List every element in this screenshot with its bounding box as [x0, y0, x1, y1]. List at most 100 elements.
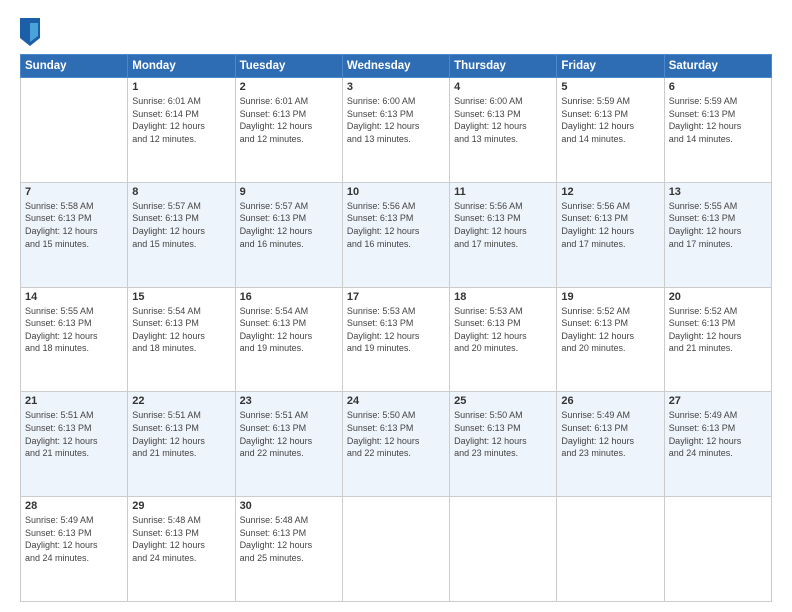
- calendar-cell: 6Sunrise: 5:59 AM Sunset: 6:13 PM Daylig…: [664, 78, 771, 183]
- calendar-cell: 15 Sunrise: 5:54 AM Sunset: 6:13 PM Dayli…: [128, 287, 235, 392]
- day-number: 5: [561, 81, 659, 93]
- day-info: Sunrise: 5:50 AM Sunset: 6:13 PM Dayligh…: [347, 409, 445, 459]
- calendar-cell: 8 Sunrise: 5:57 AM Sunset: 6:13 PM Daylig…: [128, 182, 235, 287]
- day-info: Sunrise: 5:48 AM Sunset: 6:13 PM Dayligh…: [132, 514, 230, 564]
- calendar-cell: [342, 497, 449, 602]
- day-number: 16: [240, 291, 338, 303]
- calendar-cell: 26Sunrise: 5:49 AM Sunset: 6:13 PM Dayli…: [557, 392, 664, 497]
- day-number: 2: [240, 81, 338, 93]
- calendar-day-header: Monday: [128, 55, 235, 78]
- day-info: Sunrise: 5:59 AM Sunset: 6:13 PM Dayligh…: [669, 95, 767, 145]
- day-info: Sunrise: 6:00 AM Sunset: 6:13 PM Dayligh…: [454, 95, 552, 145]
- calendar-week-row: 28 Sunrise: 5:49 AM Sunset: 6:13 PM Dayli…: [21, 497, 772, 602]
- logo-icon: [20, 18, 40, 46]
- day-info: Sunrise: 6:01 AM Sunset: 6:14 PM Dayligh…: [132, 95, 230, 145]
- day-info: Sunrise: 5:53 AM Sunset: 6:13 PM Dayligh…: [347, 305, 445, 355]
- calendar-cell: 23 Sunrise: 5:51 AM Sunset: 6:13 PM Dayli…: [235, 392, 342, 497]
- day-number: 28: [25, 500, 123, 512]
- day-info: Sunrise: 6:00 AM Sunset: 6:13 PM Dayligh…: [347, 95, 445, 145]
- calendar-cell: 28 Sunrise: 5:49 AM Sunset: 6:13 PM Dayli…: [21, 497, 128, 602]
- day-info: Sunrise: 5:51 AM Sunset: 6:13 PM Dayligh…: [132, 409, 230, 459]
- day-info: Sunrise: 5:49 AM Sunset: 6:13 PM Dayligh…: [669, 409, 767, 459]
- day-info: Sunrise: 5:53 AM Sunset: 6:13 PM Dayligh…: [454, 305, 552, 355]
- calendar-day-header: Saturday: [664, 55, 771, 78]
- day-number: 8: [132, 186, 230, 198]
- calendar-day-header: Tuesday: [235, 55, 342, 78]
- calendar-cell: 17 Sunrise: 5:53 AM Sunset: 6:13 PM Dayli…: [342, 287, 449, 392]
- day-number: 12: [561, 186, 659, 198]
- day-number: 3: [347, 81, 445, 93]
- day-info: Sunrise: 6:01 AM Sunset: 6:13 PM Dayligh…: [240, 95, 338, 145]
- calendar-cell: 9 Sunrise: 5:57 AM Sunset: 6:13 PM Daylig…: [235, 182, 342, 287]
- calendar-week-row: 14 Sunrise: 5:55 AM Sunset: 6:13 PM Dayli…: [21, 287, 772, 392]
- day-number: 9: [240, 186, 338, 198]
- calendar-header-row: SundayMondayTuesdayWednesdayThursdayFrid…: [21, 55, 772, 78]
- calendar-day-header: Thursday: [450, 55, 557, 78]
- calendar-cell: 4 Sunrise: 6:00 AM Sunset: 6:13 PM Daylig…: [450, 78, 557, 183]
- day-number: 27: [669, 395, 767, 407]
- logo: [20, 18, 44, 46]
- calendar-cell: 18 Sunrise: 5:53 AM Sunset: 6:13 PM Dayli…: [450, 287, 557, 392]
- calendar-cell: 7 Sunrise: 5:58 AM Sunset: 6:13 PM Daylig…: [21, 182, 128, 287]
- calendar-cell: 1 Sunrise: 6:01 AM Sunset: 6:14 PM Daylig…: [128, 78, 235, 183]
- day-info: Sunrise: 5:50 AM Sunset: 6:13 PM Dayligh…: [454, 409, 552, 459]
- day-number: 11: [454, 186, 552, 198]
- calendar-week-row: 7 Sunrise: 5:58 AM Sunset: 6:13 PM Daylig…: [21, 182, 772, 287]
- calendar-week-row: 1 Sunrise: 6:01 AM Sunset: 6:14 PM Daylig…: [21, 78, 772, 183]
- day-number: 14: [25, 291, 123, 303]
- day-number: 25: [454, 395, 552, 407]
- day-number: 17: [347, 291, 445, 303]
- day-info: Sunrise: 5:59 AM Sunset: 6:13 PM Dayligh…: [561, 95, 659, 145]
- day-info: Sunrise: 5:57 AM Sunset: 6:13 PM Dayligh…: [132, 200, 230, 250]
- day-number: 18: [454, 291, 552, 303]
- calendar-day-header: Friday: [557, 55, 664, 78]
- day-info: Sunrise: 5:55 AM Sunset: 6:13 PM Dayligh…: [25, 305, 123, 355]
- day-info: Sunrise: 5:54 AM Sunset: 6:13 PM Dayligh…: [132, 305, 230, 355]
- calendar-cell: [664, 497, 771, 602]
- header: [20, 18, 772, 46]
- day-number: 23: [240, 395, 338, 407]
- calendar-table: SundayMondayTuesdayWednesdayThursdayFrid…: [20, 54, 772, 602]
- day-info: Sunrise: 5:49 AM Sunset: 6:13 PM Dayligh…: [561, 409, 659, 459]
- calendar-cell: 29Sunrise: 5:48 AM Sunset: 6:13 PM Dayli…: [128, 497, 235, 602]
- calendar-cell: 21 Sunrise: 5:51 AM Sunset: 6:13 PM Dayli…: [21, 392, 128, 497]
- day-number: 1: [132, 81, 230, 93]
- day-number: 15: [132, 291, 230, 303]
- day-info: Sunrise: 5:54 AM Sunset: 6:13 PM Dayligh…: [240, 305, 338, 355]
- calendar-cell: 12Sunrise: 5:56 AM Sunset: 6:13 PM Dayli…: [557, 182, 664, 287]
- calendar-cell: 24 Sunrise: 5:50 AM Sunset: 6:13 PM Dayli…: [342, 392, 449, 497]
- day-number: 20: [669, 291, 767, 303]
- calendar-cell: 11 Sunrise: 5:56 AM Sunset: 6:13 PM Dayli…: [450, 182, 557, 287]
- calendar-cell: 13Sunrise: 5:55 AM Sunset: 6:13 PM Dayli…: [664, 182, 771, 287]
- day-number: 19: [561, 291, 659, 303]
- day-info: Sunrise: 5:52 AM Sunset: 6:13 PM Dayligh…: [561, 305, 659, 355]
- calendar-cell: 10Sunrise: 5:56 AM Sunset: 6:13 PM Dayli…: [342, 182, 449, 287]
- day-info: Sunrise: 5:51 AM Sunset: 6:13 PM Dayligh…: [25, 409, 123, 459]
- day-info: Sunrise: 5:49 AM Sunset: 6:13 PM Dayligh…: [25, 514, 123, 564]
- day-info: Sunrise: 5:57 AM Sunset: 6:13 PM Dayligh…: [240, 200, 338, 250]
- calendar-cell: 20 Sunrise: 5:52 AM Sunset: 6:13 PM Dayli…: [664, 287, 771, 392]
- calendar-cell: 5 Sunrise: 5:59 AM Sunset: 6:13 PM Daylig…: [557, 78, 664, 183]
- day-info: Sunrise: 5:58 AM Sunset: 6:13 PM Dayligh…: [25, 200, 123, 250]
- day-info: Sunrise: 5:51 AM Sunset: 6:13 PM Dayligh…: [240, 409, 338, 459]
- calendar-cell: 22 Sunrise: 5:51 AM Sunset: 6:13 PM Dayli…: [128, 392, 235, 497]
- calendar-cell: 2 Sunrise: 6:01 AM Sunset: 6:13 PM Daylig…: [235, 78, 342, 183]
- calendar-cell: 27 Sunrise: 5:49 AM Sunset: 6:13 PM Dayli…: [664, 392, 771, 497]
- day-number: 24: [347, 395, 445, 407]
- day-number: 7: [25, 186, 123, 198]
- day-info: Sunrise: 5:56 AM Sunset: 6:13 PM Dayligh…: [454, 200, 552, 250]
- day-number: 4: [454, 81, 552, 93]
- calendar-cell: 19 Sunrise: 5:52 AM Sunset: 6:13 PM Dayli…: [557, 287, 664, 392]
- day-number: 21: [25, 395, 123, 407]
- day-number: 22: [132, 395, 230, 407]
- calendar-day-header: Wednesday: [342, 55, 449, 78]
- day-info: Sunrise: 5:48 AM Sunset: 6:13 PM Dayligh…: [240, 514, 338, 564]
- calendar-day-header: Sunday: [21, 55, 128, 78]
- calendar-cell: 16 Sunrise: 5:54 AM Sunset: 6:13 PM Dayli…: [235, 287, 342, 392]
- calendar-cell: 25 Sunrise: 5:50 AM Sunset: 6:13 PM Dayli…: [450, 392, 557, 497]
- day-info: Sunrise: 5:52 AM Sunset: 6:13 PM Dayligh…: [669, 305, 767, 355]
- day-number: 13: [669, 186, 767, 198]
- calendar-cell: [450, 497, 557, 602]
- page: SundayMondayTuesdayWednesdayThursdayFrid…: [0, 0, 792, 612]
- day-number: 10: [347, 186, 445, 198]
